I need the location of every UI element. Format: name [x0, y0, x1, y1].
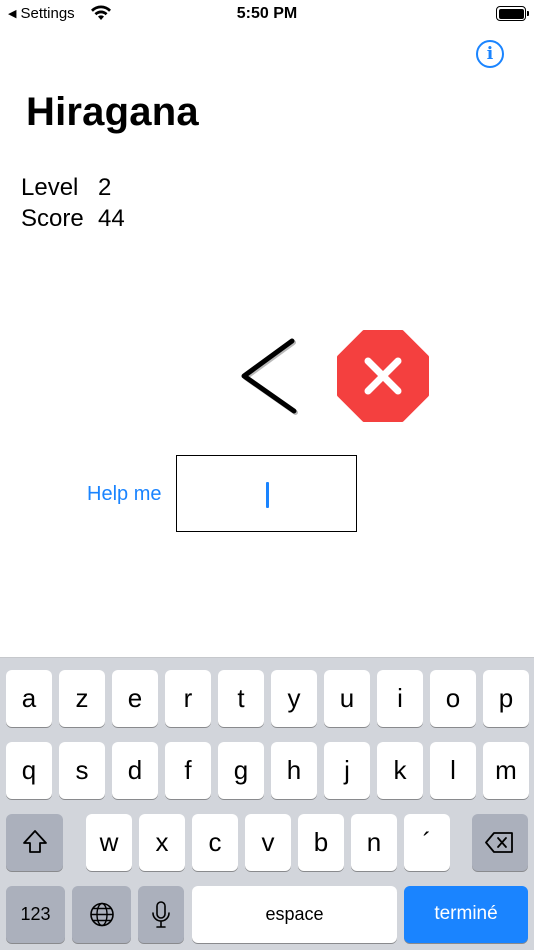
- done-key[interactable]: terminé: [404, 886, 528, 943]
- text-caret: [266, 482, 269, 508]
- shift-icon: [22, 830, 47, 853]
- key-s[interactable]: s: [59, 742, 105, 799]
- key-j[interactable]: j: [324, 742, 370, 799]
- globe-key[interactable]: [72, 886, 131, 943]
- key-n[interactable]: n: [351, 814, 397, 871]
- key-x[interactable]: x: [139, 814, 185, 871]
- battery-icon: [496, 6, 529, 21]
- key-a[interactable]: a: [6, 670, 52, 727]
- key-f[interactable]: f: [165, 742, 211, 799]
- dictation-key[interactable]: [138, 886, 184, 943]
- clock: 5:50 PM: [236, 5, 298, 22]
- backspace-key[interactable]: [472, 814, 528, 871]
- status-bar: ◀ Settings 5:50 PM: [0, 0, 534, 30]
- space-key[interactable]: espace: [192, 886, 397, 943]
- key-o[interactable]: o: [430, 670, 476, 727]
- wrong-answer-icon: [337, 330, 429, 422]
- shift-key[interactable]: [6, 814, 63, 871]
- answer-input[interactable]: [176, 455, 357, 532]
- level-label: Level: [21, 174, 79, 201]
- microphone-icon: [152, 901, 170, 928]
- key-r[interactable]: r: [165, 670, 211, 727]
- level-value: 2: [98, 174, 112, 201]
- key-i[interactable]: i: [377, 670, 423, 727]
- score-label: Score: [21, 205, 84, 232]
- info-icon[interactable]: i: [476, 40, 504, 68]
- key-q[interactable]: q: [6, 742, 52, 799]
- backspace-icon: [485, 832, 513, 853]
- key-b[interactable]: b: [298, 814, 344, 871]
- key-g[interactable]: g: [218, 742, 264, 799]
- stats-panel: Level 2 Score 44: [21, 172, 125, 234]
- score-row: Score 44: [21, 203, 125, 234]
- key-u[interactable]: u: [324, 670, 370, 727]
- keyboard: a z e r t y u i o p q s d f g h j k l m …: [0, 657, 534, 950]
- help-me-button[interactable]: Help me: [87, 483, 161, 506]
- key-accent[interactable]: ´: [404, 814, 450, 871]
- key-y[interactable]: y: [271, 670, 317, 727]
- key-k[interactable]: k: [377, 742, 423, 799]
- score-value: 44: [98, 205, 125, 232]
- key-e[interactable]: e: [112, 670, 158, 727]
- globe-icon: [89, 902, 114, 927]
- key-t[interactable]: t: [218, 670, 264, 727]
- key-c[interactable]: c: [192, 814, 238, 871]
- numbers-key[interactable]: 123: [6, 886, 65, 943]
- key-d[interactable]: d: [112, 742, 158, 799]
- key-m[interactable]: m: [483, 742, 529, 799]
- key-l[interactable]: l: [430, 742, 476, 799]
- level-row: Level 2: [21, 172, 125, 203]
- key-h[interactable]: h: [271, 742, 317, 799]
- key-z[interactable]: z: [59, 670, 105, 727]
- key-v[interactable]: v: [245, 814, 291, 871]
- key-p[interactable]: p: [483, 670, 529, 727]
- hiragana-character: [241, 338, 298, 415]
- page-title: Hiragana: [26, 90, 199, 134]
- key-w[interactable]: w: [86, 814, 132, 871]
